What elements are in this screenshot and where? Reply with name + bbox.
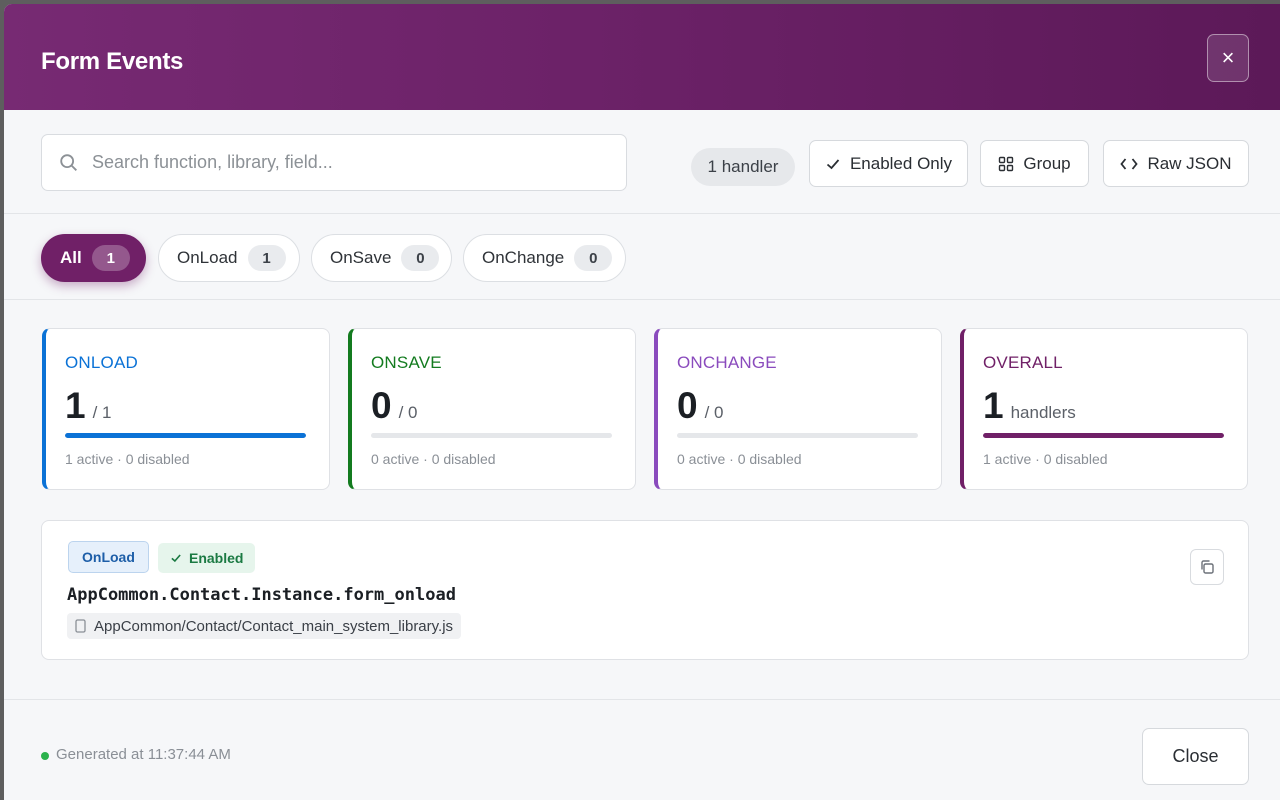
stat-suffix: / 1 bbox=[92, 403, 112, 422]
stat-value-row: 1 / 1 bbox=[65, 385, 111, 427]
stat-suffix: / 0 bbox=[704, 403, 724, 422]
group-label: Group bbox=[1023, 153, 1071, 173]
stat-value-row: 1 handlers bbox=[983, 385, 1076, 427]
progress-bar bbox=[65, 433, 306, 438]
handler-count-badge: 1 handler bbox=[691, 148, 795, 186]
stat-value: 1 bbox=[65, 385, 86, 426]
library-chip: AppCommon/Contact/Contact_main_system_li… bbox=[67, 613, 462, 639]
stat-meta: 0 active · 0 disabled bbox=[371, 451, 496, 467]
stat-meta: 1 active · 0 disabled bbox=[65, 451, 190, 467]
raw-json-button[interactable]: Raw JSON bbox=[1103, 140, 1249, 187]
stat-value: 0 bbox=[371, 385, 392, 426]
enabled-only-button[interactable]: Enabled Only bbox=[809, 140, 968, 187]
stat-card-onsave: ONSAVE 0 / 0 0 active · 0 disabled bbox=[348, 328, 636, 490]
tab-onchange[interactable]: OnChange 0 bbox=[463, 234, 626, 282]
library-path: AppCommon/Contact/Contact_main_system_li… bbox=[94, 617, 454, 635]
stat-meta: 1 active · 0 disabled bbox=[983, 451, 1108, 467]
stat-label: OVERALL bbox=[983, 353, 1063, 372]
stat-card-onchange: ONCHANGE 0 / 0 0 active · 0 disabled bbox=[654, 328, 942, 490]
tab-count: 1 bbox=[247, 245, 286, 271]
search-box[interactable] bbox=[41, 134, 627, 191]
grid-icon bbox=[999, 156, 1014, 171]
code-icon bbox=[1120, 157, 1139, 170]
form-events-modal: Form Events × 1 handler Enabled Only Gro… bbox=[4, 4, 1280, 800]
stat-label: ONSAVE bbox=[371, 353, 442, 372]
check-icon bbox=[171, 554, 181, 563]
status-label: Enabled bbox=[189, 550, 244, 566]
event-type-badge: OnLoad bbox=[68, 541, 149, 573]
stat-meta: 0 active · 0 disabled bbox=[677, 451, 802, 467]
progress-bar bbox=[677, 433, 918, 438]
progress-bar bbox=[983, 433, 1224, 438]
tab-all[interactable]: All 1 bbox=[41, 234, 146, 282]
stat-card-overall: OVERALL 1 handlers 1 active · 0 disabled bbox=[960, 328, 1248, 490]
progress-fill bbox=[983, 433, 1224, 438]
stat-suffix: handlers bbox=[1010, 403, 1076, 422]
close-icon[interactable]: × bbox=[1207, 34, 1249, 82]
tab-onsave[interactable]: OnSave 0 bbox=[311, 234, 452, 282]
modal-title: Form Events bbox=[41, 48, 184, 75]
generated-timestamp: Generated at 11:37:44 AM bbox=[56, 746, 231, 763]
tab-label: OnSave bbox=[330, 248, 392, 267]
stat-suffix: / 0 bbox=[398, 403, 418, 422]
handler-card: OnLoad Enabled AppCommon.Contact.Instanc… bbox=[41, 520, 1249, 660]
stat-value-row: 0 / 0 bbox=[371, 385, 417, 427]
close-button[interactable]: Close bbox=[1142, 728, 1249, 785]
tab-count: 0 bbox=[401, 245, 440, 271]
check-icon bbox=[826, 158, 840, 169]
search-icon bbox=[60, 153, 77, 171]
modal-footer: Generated at 11:37:44 AM Close bbox=[4, 699, 1280, 800]
function-name: AppCommon.Contact.Instance.form_onload bbox=[67, 585, 456, 605]
group-button[interactable]: Group bbox=[980, 140, 1089, 187]
tab-label: OnLoad bbox=[177, 248, 238, 267]
tab-onload[interactable]: OnLoad 1 bbox=[158, 234, 300, 282]
copy-icon bbox=[1201, 560, 1214, 574]
file-icon bbox=[75, 619, 86, 633]
tab-count: 1 bbox=[91, 245, 130, 271]
status-dot bbox=[41, 752, 49, 760]
progress-bar bbox=[371, 433, 612, 438]
enabled-only-label: Enabled Only bbox=[849, 153, 953, 173]
toolbar: 1 handler Enabled Only Group Raw JSON bbox=[4, 110, 1280, 214]
modal-header: Form Events × bbox=[4, 4, 1280, 110]
raw-json-label: Raw JSON bbox=[1147, 153, 1232, 173]
stat-value: 1 bbox=[983, 385, 1004, 426]
copy-button[interactable] bbox=[1190, 549, 1224, 585]
status-badge: Enabled bbox=[158, 543, 256, 573]
stat-value-row: 0 / 0 bbox=[677, 385, 723, 427]
stat-label: ONCHANGE bbox=[677, 353, 777, 372]
event-filter-tabs: All 1 OnLoad 1 OnSave 0 OnChange 0 bbox=[4, 214, 1280, 300]
tab-count: 0 bbox=[574, 245, 613, 271]
search-input[interactable] bbox=[92, 152, 592, 173]
stat-card-onload: ONLOAD 1 / 1 1 active · 0 disabled bbox=[42, 328, 330, 490]
tab-label: All bbox=[60, 248, 82, 267]
stat-value: 0 bbox=[677, 385, 698, 426]
stat-label: ONLOAD bbox=[65, 353, 138, 372]
tab-label: OnChange bbox=[482, 248, 565, 267]
progress-fill bbox=[65, 433, 306, 438]
